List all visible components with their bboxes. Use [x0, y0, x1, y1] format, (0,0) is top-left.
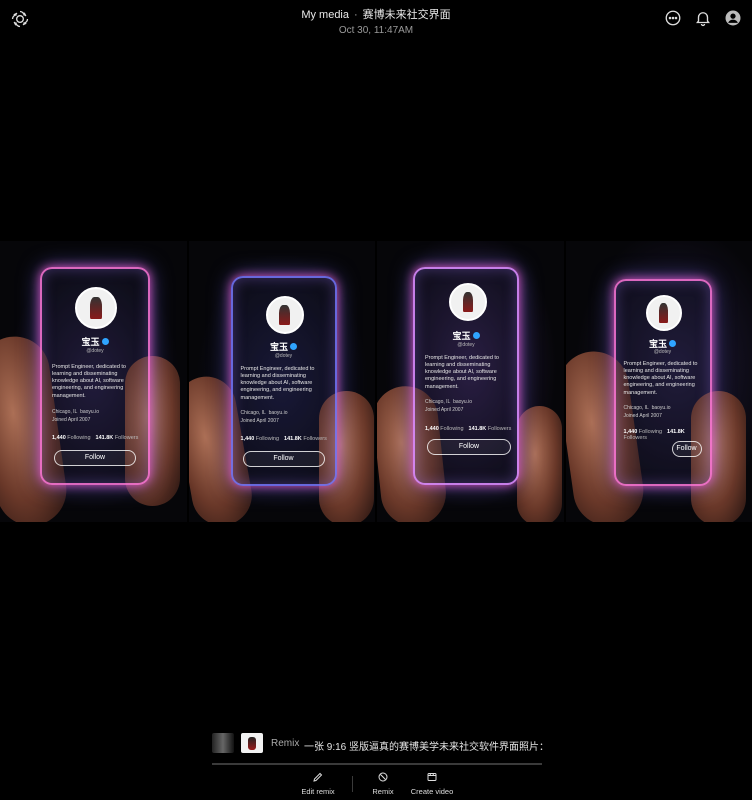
- profile-icon[interactable]: [724, 9, 742, 27]
- profile-bio: Prompt Engineer, dedicated to learning a…: [425, 355, 499, 390]
- verified-icon: [290, 343, 297, 350]
- phone-card: 宝玉 @dotey Prompt Engineer, dedicated to …: [413, 267, 519, 485]
- hand-fingers: [517, 406, 562, 522]
- image-panel-3[interactable]: 宝玉 @dotey Prompt Engineer, dedicated to …: [377, 241, 564, 522]
- avatar: [265, 296, 304, 334]
- progress-bar: [212, 763, 542, 765]
- image-panel-4[interactable]: 宝玉 @dotey Prompt Engineer, dedicated to …: [565, 241, 752, 522]
- verified-icon: [101, 338, 109, 345]
- profile-bio: Prompt Engineer, dedicated to learning a…: [52, 364, 126, 399]
- avatar: [645, 295, 682, 331]
- follow-button: Follow: [671, 441, 702, 457]
- divider: [352, 776, 353, 792]
- bell-icon[interactable]: [694, 9, 712, 27]
- edit-remix-label: Edit remix: [301, 787, 335, 796]
- profile-handle: @dotey: [274, 353, 293, 359]
- image-grid[interactable]: 宝玉 @dotey Prompt Engineer, dedicated to …: [0, 241, 752, 522]
- avatar: [449, 283, 487, 321]
- top-bar: My media · 赛博未来社交界面 Oct 30, 11:47AM: [0, 0, 752, 40]
- title-separator: ·: [354, 9, 358, 21]
- remix-label: Remix: [271, 738, 300, 749]
- profile-handle: @dotey: [653, 349, 672, 355]
- remix-bar[interactable]: Remix 一张 9:16 竖版逼真的赛博美学未来社交软件界面照片：一...: [212, 733, 544, 755]
- follow-button: Follow: [242, 451, 325, 467]
- pencil-icon: [313, 772, 323, 782]
- title-text: My media: [301, 9, 349, 21]
- verified-icon: [472, 332, 480, 339]
- source-thumbnail[interactable]: [212, 733, 234, 753]
- create-video-label: Create video: [410, 787, 454, 796]
- title-block: My media · 赛博未来社交界面 Oct 30, 11:47AM: [0, 6, 752, 36]
- profile-name: 宝玉: [233, 340, 335, 353]
- profile-meta: Chicago, IL baoyu.io Joined April 2007: [425, 399, 472, 413]
- phone-card: 宝玉 @dotey Prompt Engineer, dedicated to …: [40, 267, 150, 485]
- remix-button-label: Remix: [372, 787, 394, 796]
- profile-handle: @dotey: [86, 348, 104, 354]
- page-title: My media · 赛博未来社交界面: [0, 6, 752, 22]
- profile-stats: 1,440 Following 141.8K Followers: [52, 435, 139, 441]
- remix-icon: [378, 772, 388, 782]
- profile-name: 宝玉: [42, 335, 148, 348]
- more-icon[interactable]: [664, 9, 682, 27]
- image-panel-2[interactable]: 宝玉 @dotey Prompt Engineer, dedicated to …: [188, 241, 375, 522]
- remix-button[interactable]: Remix: [368, 771, 398, 796]
- profile-bio: Prompt Engineer, dedicated to learning a…: [240, 366, 315, 401]
- top-icons: [664, 9, 742, 27]
- profile-stats: 1,440 Following 141.8K Followers: [425, 426, 512, 432]
- phone-card: 宝玉 @dotey Prompt Engineer, dedicated to …: [613, 279, 712, 486]
- verified-icon: [669, 340, 676, 347]
- edit-remix-button[interactable]: Edit remix: [298, 771, 338, 796]
- profile-stats: 1,440 Following 141.8K Followers: [240, 436, 327, 442]
- profile-stats: 1,440 Following 141.8K Followers: [623, 429, 685, 441]
- create-video-button[interactable]: Create video: [407, 771, 457, 796]
- profile-name: 宝玉: [415, 329, 517, 342]
- reference-thumbnail[interactable]: [241, 733, 263, 753]
- profile-meta: Chicago, IL baoyu.io Joined April 2007: [52, 409, 99, 423]
- video-icon: [427, 773, 437, 781]
- profile-bio: Prompt Engineer, dedicated to learning a…: [623, 361, 698, 396]
- phone-card: 宝玉 @dotey Prompt Engineer, dedicated to …: [230, 276, 337, 486]
- profile-meta: Chicago, IL baoyu.io Joined April 2007: [623, 405, 671, 419]
- avatar: [75, 287, 117, 329]
- image-panel-1[interactable]: 宝玉 @dotey Prompt Engineer, dedicated to …: [0, 241, 187, 522]
- profile-meta: Chicago, IL baoyu.io Joined April 2007: [240, 410, 288, 424]
- prompt-text[interactable]: 一张 9:16 竖版逼真的赛博美学未来社交软件界面照片：一...: [304, 738, 544, 753]
- title-subtitle: 赛博未来社交界面: [362, 9, 451, 21]
- date-text: Oct 30, 11:47AM: [338, 25, 414, 36]
- profile-handle: @dotey: [457, 342, 475, 348]
- follow-button: Follow: [427, 439, 511, 455]
- follow-button: Follow: [54, 450, 136, 466]
- action-bar: Edit remix Remix Create video: [0, 771, 752, 800]
